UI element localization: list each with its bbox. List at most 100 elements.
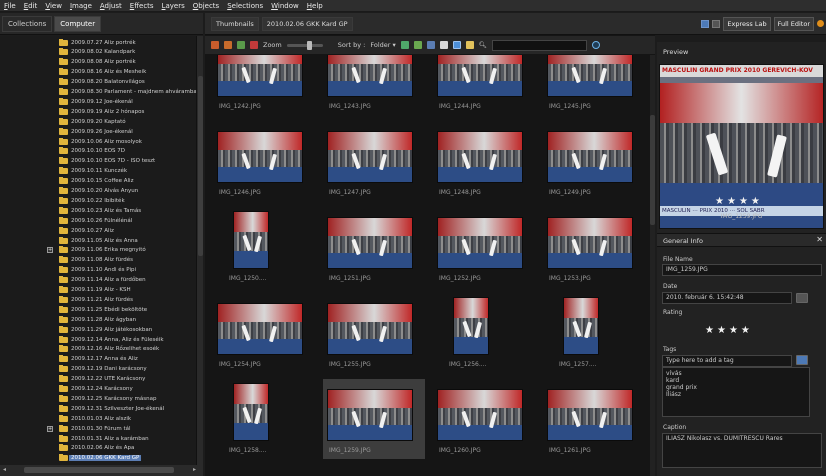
scroll-left-icon[interactable]: ◂ [3,466,6,473]
rotate-right-icon[interactable] [224,41,232,49]
scroll-right-icon[interactable]: ▸ [193,466,196,473]
breadcrumb-folder[interactable]: 2010.02.06 GKK Kard GP [261,16,353,31]
tree-item[interactable]: 2009.11.29 Aliz játékosokban [0,325,196,334]
thumbnail-item[interactable]: IMG_1242.JPG [213,55,315,115]
menu-item-window[interactable]: Window [271,2,299,10]
express-lab-button[interactable]: Express Lab [723,16,771,31]
tree-item[interactable]: 2009.11.10 Andi és Pipi [0,266,196,275]
menu-item-help[interactable]: Help [307,2,323,10]
tree-item[interactable]: 2009.11.14 Aliz a fürdőben [0,276,196,285]
tree-item[interactable]: 2009.12.14 Anna, Aliz és Füleséik [0,335,196,344]
tree-item[interactable]: 2009.10.10 EOS 7D [0,147,196,156]
tree-item[interactable]: 2009.10.11 Kunczék [0,167,196,176]
folder-tree-hscrollbar[interactable]: ◂ ▸ [0,465,203,476]
thumbnail-item[interactable]: IMG_1250.... [213,207,315,287]
tag-icon[interactable] [237,41,245,49]
search-input[interactable] [492,39,588,51]
thumbnail-item[interactable]: IMG_1258.... [213,379,315,459]
tree-item[interactable]: 2010.01.31 Aliz a karámban [0,434,196,443]
star-icon[interactable]: ★ [729,326,738,336]
preview-rating[interactable]: ★ ★ ★ ★ [715,197,760,207]
tree-item[interactable]: 2009.09.12 Joe-ékenál [0,97,196,106]
thumbnail-item[interactable]: IMG_1253.JPG [543,207,645,287]
caption-field[interactable]: ILIASZ Nikolasz vs. DUMITRESCU Rares [662,433,822,468]
expand-icon[interactable]: + [47,247,53,254]
thumbnail-item[interactable]: IMG_1260.JPG [433,379,535,459]
tag-input[interactable]: Type here to add a tag [662,355,792,367]
tree-item[interactable]: 2010.01.03 Aliz alszik [0,414,196,423]
tree-item[interactable]: 2009.11.19 Aliz - KSH [0,286,196,295]
date-field[interactable]: 2010. február 6. 15:42:48 [662,292,792,304]
search-icon[interactable]: 🔍︎ [479,41,487,49]
filter-icon[interactable] [400,41,409,49]
star-icon[interactable]: ★ [715,197,724,207]
tree-item[interactable]: +2009.11.06 Erika megnyitó [0,246,196,255]
full-editor-button[interactable]: Full Editor [773,16,814,31]
tab-computer[interactable]: Computer [54,15,102,32]
thumbnail-item[interactable]: IMG_1259.JPG [323,379,425,459]
thumbnail-scrollbar-thumb[interactable] [650,115,655,225]
tree-item[interactable]: 2009.10.10 EOS 7D - ISO teszt [0,157,196,166]
tree-item[interactable]: 2009.12.19 Dani karácsony [0,365,196,374]
tag-item[interactable]: kard [666,377,806,384]
date-picker-icon[interactable] [796,293,808,303]
breadcrumb-thumbnails[interactable]: Thumbnails [211,16,259,31]
slideshow-icon[interactable] [465,41,474,49]
tree-item[interactable]: 2009.08.08 Aliz portrék [0,58,196,67]
tree-item[interactable]: 2009.08.02 Kalandpark [0,48,196,57]
thumbnail-item[interactable]: IMG_1244.JPG [433,55,535,115]
thumbnail-item[interactable]: IMG_1254.JPG [213,293,315,373]
menu-item-selections[interactable]: Selections [227,2,263,10]
tree-item[interactable]: +2010.01.30 Fürum tál [0,424,196,433]
tree-item[interactable]: 2009.08.30 Parlament - majdnem ahváramba… [0,88,196,97]
thumbnail-item[interactable]: IMG_1249.JPG [543,121,645,201]
thumbnail-item[interactable]: IMG_1261.JPG [543,379,645,459]
tree-item[interactable]: 2009.12.31 Szilveszter Joe-ékenál [0,404,196,413]
star-icon[interactable]: ★ [705,326,714,336]
view-details-icon[interactable] [426,41,435,49]
tree-item[interactable]: 2010.02.06 Aliz és Apa [0,444,196,453]
tree-item[interactable]: 2009.10.15 Coffee Aliz [0,177,196,186]
folder-tree-scrollbar[interactable] [196,36,203,465]
hscrollbar-thumb[interactable] [24,467,174,473]
tree-item[interactable]: 2009.12.25 Karácsony másnap [0,394,196,403]
tree-item[interactable]: 2009.11.28 Aliz ágyban [0,315,196,324]
delete-icon[interactable] [250,41,258,49]
menu-item-view[interactable]: View [45,2,62,10]
thumbnail-item[interactable]: IMG_1246.JPG [213,121,315,201]
tree-item[interactable]: 2009.10.22 Ibibiték [0,196,196,205]
zoom-slider[interactable] [286,40,323,50]
tree-item[interactable]: 2009.12.17 Anna és Aliz [0,355,196,364]
refresh-icon[interactable] [592,41,601,49]
thumbnail-scrollbar[interactable] [650,55,655,476]
star-icon[interactable]: ★ [739,197,748,207]
tree-item[interactable]: 2009.11.08 Aliz fürdés [0,256,196,265]
tree-item[interactable]: 2009.08.20 Balatonvilágos [0,78,196,87]
menu-item-file[interactable]: File [4,2,16,10]
thumbnail-item[interactable]: IMG_1248.JPG [433,121,535,201]
tag-item[interactable]: Iliász [666,391,806,398]
zoom-slider-knob[interactable] [306,40,312,50]
menu-item-image[interactable]: Image [70,2,92,10]
tree-item[interactable]: 2009.10.20 Alvás Anyun [0,187,196,196]
thumbnail-item[interactable]: IMG_1247.JPG [323,121,425,201]
tree-item[interactable]: 2009.09.20 Kaptató [0,117,196,126]
close-icon[interactable]: ✕ [816,235,823,244]
rating-stars[interactable]: ★ ★ ★ ★ [705,326,750,336]
tree-item[interactable]: 2009.11.25 Ebédi beköltöte [0,305,196,314]
tree-item[interactable]: 2010.02.06 GKK Kard GP [0,454,196,463]
settings-icon[interactable] [712,19,721,28]
tree-item[interactable]: 2009.07.27 Aliz portrék [0,38,196,47]
tree-item[interactable]: 2009.10.06 Aliz mosolyok [0,137,196,146]
star-icon[interactable]: ★ [751,197,760,207]
tree-item[interactable]: 2009.12.22 UTE Karácsony [0,375,196,384]
tree-item[interactable]: 2009.10.27 Aliz [0,226,196,235]
tree-item[interactable]: 2009.09.26 Joe-ékenál [0,127,196,136]
tree-item[interactable]: 2009.11.21 Aliz fürdés [0,295,196,304]
menu-item-layers[interactable]: Layers [162,2,185,10]
tree-item[interactable]: 2009.09.19 Aliz 2 hónapos [0,107,196,116]
sort-select[interactable]: Folder ▾ [370,41,395,49]
tree-item[interactable]: 2009.10.23 Aliz és Tamás [0,206,196,215]
tree-item[interactable]: 2009.10.26 Fülnélénál [0,216,196,225]
add-tag-icon[interactable] [796,355,808,365]
